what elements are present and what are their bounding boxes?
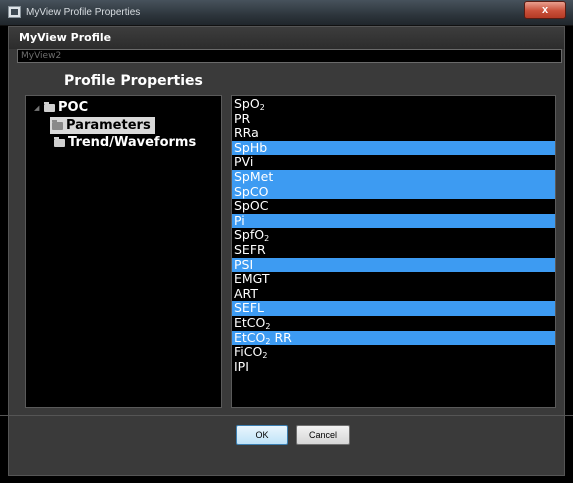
parameter-item[interactable]: SEFL xyxy=(232,301,555,316)
parameter-item[interactable]: ART xyxy=(232,285,555,302)
folder-icon xyxy=(54,136,65,147)
footer-divider xyxy=(0,415,573,416)
parameter-label: SEFL xyxy=(234,300,264,316)
tree-item-poc[interactable]: ◢ POC xyxy=(34,100,88,115)
parameter-subscript: 2 xyxy=(262,351,268,361)
section-title: Profile Properties xyxy=(64,73,203,89)
window-titlebar: MyView Profile Properties x xyxy=(0,0,573,26)
profile-dialog: MyView Profile MyView2 Profile Propertie… xyxy=(8,26,565,476)
parameter-item[interactable]: PSI xyxy=(232,256,555,273)
parameter-label: PSI xyxy=(234,256,254,272)
profile-name-field[interactable]: MyView2 xyxy=(17,49,562,63)
parameter-label: ART xyxy=(234,285,258,301)
profile-tree: ◢ POC Parameters Trend/Waveforms xyxy=(25,95,222,408)
tree-label-poc: POC xyxy=(58,100,89,115)
parameter-label: RRa xyxy=(234,125,259,141)
parameter-label: PVi xyxy=(234,154,254,170)
parameter-item[interactable]: SpOC xyxy=(232,199,555,214)
parameter-item[interactable]: IPI xyxy=(232,358,555,375)
tree-item-trend-waveforms[interactable]: Trend/Waveforms xyxy=(54,135,196,150)
parameter-label: Pi xyxy=(234,212,245,228)
parameter-item[interactable]: SpMet xyxy=(232,168,555,185)
dialog-header: MyView Profile xyxy=(9,27,564,49)
folder-icon xyxy=(44,101,55,112)
parameter-item[interactable]: EtCO2 xyxy=(232,314,555,331)
parameter-item[interactable]: EMGT xyxy=(232,272,555,287)
tree-label-parameters: Parameters xyxy=(66,118,151,133)
expand-arrow-icon[interactable]: ◢ xyxy=(34,104,42,112)
parameter-subscript: 2 xyxy=(259,103,265,112)
parameter-item[interactable]: SpHb xyxy=(232,139,555,156)
window-title: MyView Profile Properties xyxy=(26,7,141,18)
parameter-item[interactable]: Pi xyxy=(232,212,555,229)
parameter-item[interactable]: EtCO2 RR xyxy=(232,329,555,346)
parameter-label: SpHb xyxy=(234,139,268,155)
parameter-label: SpMet xyxy=(234,168,274,184)
parameter-item[interactable]: SpfO2 xyxy=(232,228,555,243)
close-button[interactable]: x xyxy=(524,1,566,19)
parameter-label: SpO xyxy=(234,96,260,111)
parameter-label: PR xyxy=(234,110,251,126)
parameter-label: SpfO xyxy=(234,227,265,243)
parameter-item[interactable]: FiCO2 xyxy=(232,345,555,360)
parameter-label: FiCO xyxy=(234,344,263,360)
parameter-item[interactable]: PR xyxy=(232,110,555,127)
app-icon xyxy=(8,6,21,18)
parameter-label: EtCO xyxy=(234,314,266,330)
parameter-item[interactable]: SpO2 xyxy=(232,97,555,112)
parameter-list: SpO2 PR RRa SpHb PVi SpMet SpCO SpOC Pi SpfO2 SEFR… xyxy=(231,95,556,408)
parameter-label: EtCO xyxy=(234,329,266,345)
parameter-item[interactable]: RRa xyxy=(232,126,555,141)
parameter-item[interactable]: SpCO xyxy=(232,183,555,200)
parameter-item[interactable]: SEFR xyxy=(232,241,555,258)
parameter-label: SpOC xyxy=(234,198,269,214)
tree-item-parameters[interactable]: Parameters xyxy=(50,117,155,134)
parameter-item[interactable]: PVi xyxy=(232,155,555,170)
parameter-suffix: RR xyxy=(270,329,292,345)
tree-label-trend-waveforms: Trend/Waveforms xyxy=(68,135,197,150)
ok-button[interactable]: OK xyxy=(236,425,288,445)
parameter-label: IPI xyxy=(234,358,249,374)
folder-icon xyxy=(52,119,63,130)
cancel-button[interactable]: Cancel xyxy=(296,425,350,445)
parameter-label: SEFR xyxy=(234,241,266,257)
parameter-label: EMGT xyxy=(234,271,270,287)
dialog-title: MyView Profile xyxy=(19,31,112,44)
parameter-label: SpCO xyxy=(234,183,269,199)
